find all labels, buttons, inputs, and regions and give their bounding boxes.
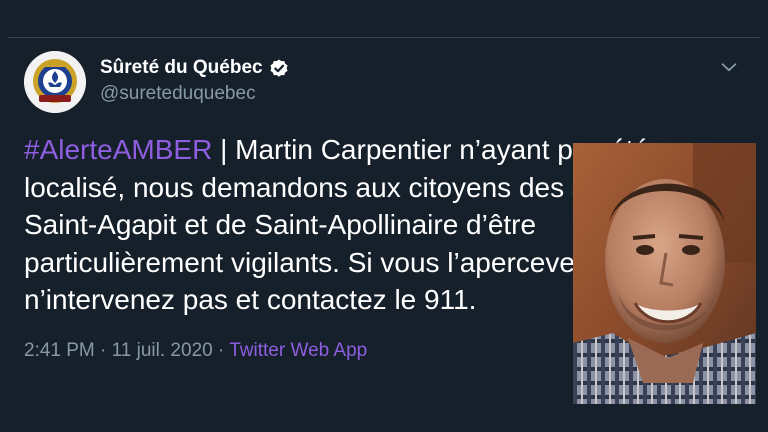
hashtag-link[interactable]: #AlerteAMBER [24, 134, 212, 165]
verified-badge-icon [270, 59, 288, 77]
man-portrait-photo [573, 143, 756, 404]
source-link[interactable]: Twitter Web App [229, 340, 367, 361]
author-handle[interactable]: @sureteduquebec [100, 83, 256, 105]
police-badge-icon [24, 51, 86, 113]
meta-separator: · [212, 340, 230, 361]
author-name[interactable]: Sûreté du Québec [100, 57, 263, 79]
timestamp-link[interactable]: 2:41 PM · 11 juil. 2020 [24, 340, 213, 361]
chevron-down-icon[interactable] [718, 56, 740, 78]
tweet-meta: 2:41 PM · 11 juil. 2020 · Twitter Web Ap… [24, 340, 367, 362]
avatar[interactable] [24, 51, 86, 113]
